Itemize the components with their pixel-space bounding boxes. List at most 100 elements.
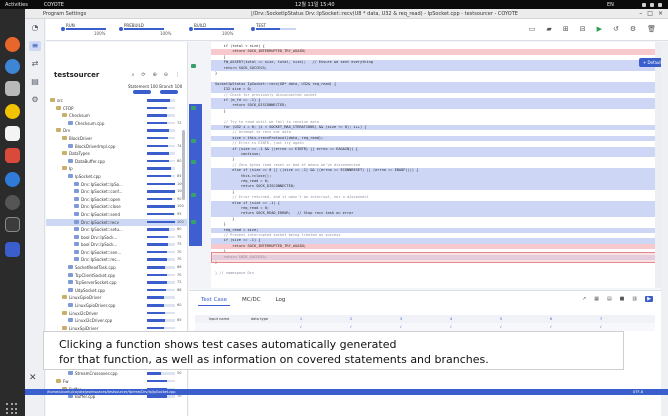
branch-toggle[interactable] (160, 90, 178, 94)
run-icon[interactable]: ▶ (597, 25, 602, 33)
close-icon[interactable]: × (658, 10, 663, 17)
active-app-name[interactable]: COYOTE (44, 2, 64, 8)
run-test-icon[interactable]: ▶ (645, 296, 653, 302)
branch-marker-icon[interactable] (191, 64, 196, 68)
tree-file[interactable]: Drv::IpSocket::rec... 70 (46, 256, 187, 264)
tree-file[interactable]: Drv::IpSocket::IpSo... 100 (46, 181, 187, 189)
show-apps-icon[interactable] (6, 403, 18, 415)
more-icon[interactable]: ⋮ (175, 72, 180, 78)
reset-icon[interactable]: ↺ (613, 25, 619, 33)
settings-gear-icon[interactable]: ⚙ (630, 25, 636, 33)
coverage-bar (147, 228, 175, 231)
tree-file[interactable]: BlockDriverImpl.cpp 74 (46, 143, 187, 151)
file-icon (74, 234, 79, 239)
software-updater-icon[interactable] (5, 195, 20, 210)
tree-folder[interactable]: CFDP (46, 105, 187, 113)
tree-folder[interactable]: src (46, 97, 187, 105)
thunderbird-icon[interactable] (5, 59, 20, 74)
tree-folder[interactable]: Fw (46, 378, 187, 386)
tree-file[interactable]: Drv::IpSocket::sen... 70 (46, 249, 187, 257)
code-editor[interactable]: if (total < size) { return SOCK_INTERRUP… (189, 42, 661, 288)
tree-item-label: UdpSocket.cpp (75, 287, 105, 293)
coverage-percent: 72 (177, 280, 182, 285)
tree-folder[interactable]: Drv (46, 127, 187, 135)
terminal-icon[interactable] (5, 217, 20, 232)
branch-marker-icon[interactable] (191, 106, 196, 110)
tree-folder[interactable]: Checksum (46, 112, 187, 120)
import-icon[interactable]: ⊞ (563, 25, 569, 33)
folder-icon[interactable]: ▰ (546, 25, 551, 33)
tree-file[interactable]: Drv::IpSocket::close 100 (46, 203, 187, 211)
tree-folder[interactable]: DataTypes (46, 150, 187, 158)
tab-log[interactable]: Log (273, 295, 289, 306)
toolbar: ▭ ▰ ⊞ ⊟ ▶ ↺ ⚙ 🗑 (529, 25, 656, 33)
tree-file[interactable]: SocketReadTask.cpp 66 (46, 264, 187, 272)
branch-marker-icon[interactable] (191, 220, 196, 224)
tree-file[interactable]: Drv::IpSocket::open 90 (46, 196, 187, 204)
tree-file[interactable]: DataBuffer.cpp 80 (46, 158, 187, 166)
branch-marker-icon[interactable] (191, 193, 196, 197)
tree-file[interactable]: Drv::IpSocket::send 95 (46, 211, 187, 219)
folder-icon (62, 295, 67, 300)
coyote-icon[interactable] (5, 242, 20, 257)
tab-mcdc[interactable]: MC/DC (239, 295, 264, 306)
tree-folder[interactable]: LinuxI2cDriver (46, 310, 187, 318)
system-tray[interactable] (642, 2, 662, 7)
sync-icon[interactable]: ⟳ (141, 72, 145, 78)
tree-folder[interactable]: LinuxGpioDriver (46, 294, 187, 302)
tree-file[interactable]: LinuxI2cDriver.cpp 65 (46, 317, 187, 325)
code-line[interactable]: } // namespace Drv (211, 271, 661, 276)
tree-file[interactable]: Drv::IpSocket::recv 100 (46, 218, 187, 227)
stop-icon[interactable]: ■ (620, 296, 625, 302)
activities-button[interactable]: Activities (5, 2, 28, 8)
stage-percent: 100% (222, 31, 234, 36)
files-icon[interactable] (5, 81, 20, 96)
close-panel-icon[interactable]: ✕ (29, 373, 37, 383)
app-center-icon[interactable] (5, 148, 20, 163)
branch-marker-icon[interactable] (191, 160, 196, 164)
terminal-toggle-icon[interactable]: ▭ (529, 25, 536, 33)
minimize-icon[interactable]: – (639, 10, 642, 17)
coverage-percent: 75 (177, 234, 182, 239)
tree-scrollbar[interactable] (182, 130, 185, 200)
test-sources-icon[interactable]: ≡ (29, 41, 41, 51)
settings-icon[interactable]: ⚙ (29, 95, 41, 105)
arrow-icon[interactable]: ↗ (582, 296, 586, 302)
tree-file[interactable]: bool Drv::IpSock... 75 (46, 234, 187, 242)
tree-file[interactable]: TcpServerSocket.cpp 72 (46, 279, 187, 287)
tree-file[interactable]: IpSocket.cpp 85 (46, 173, 187, 181)
rhythmbox-icon[interactable] (5, 104, 20, 119)
tree-file[interactable]: TcpClientSocket.cpp 70 (46, 272, 187, 280)
chart-icon[interactable]: ▥ (632, 296, 637, 302)
tree-file[interactable]: LinuxGpioDriver.cpp 60 (46, 302, 187, 310)
export-icon[interactable]: ⊟ (580, 25, 586, 33)
grid-icon[interactable]: ▦ (594, 296, 599, 302)
branch-marker-icon[interactable] (191, 139, 196, 143)
tree-file[interactable]: Checksum.cpp 72 (46, 120, 187, 128)
trash-icon[interactable]: 🗑 (647, 25, 656, 33)
help-icon[interactable] (5, 172, 20, 187)
maximize-icon[interactable]: □ (647, 10, 653, 17)
tree-file[interactable]: Drv::IpSocket::setu... 80 (46, 226, 187, 234)
table-icon[interactable]: ▤ (607, 296, 612, 302)
tree-file[interactable]: Drv::IpSocket::conf... 100 (46, 188, 187, 196)
input-language[interactable]: EN (607, 2, 614, 8)
tree-file[interactable]: bool Drv::IpSock... 75 (46, 241, 187, 249)
report-icon[interactable]: ▤ (29, 77, 41, 87)
coverage-bar (147, 182, 175, 186)
tree-folder[interactable]: BlockDriver (46, 135, 187, 143)
tree-file[interactable]: UdpSocket.cpp 68 (46, 287, 187, 295)
tab-test-case[interactable]: Test Case (198, 295, 231, 306)
collapse-icon[interactable]: ⊖ (164, 72, 168, 78)
compare-icon[interactable]: ⇄ (29, 59, 41, 69)
firefox-icon[interactable] (5, 37, 20, 52)
dashboard-icon[interactable]: ◔ (29, 23, 41, 33)
expand-icon[interactable]: ⊕ (153, 72, 157, 78)
search-icon[interactable]: ⌕ (132, 72, 135, 78)
statement-toggle[interactable] (133, 90, 151, 94)
program-settings-menu[interactable]: Program Settings (43, 11, 86, 17)
tree-file[interactable]: StreamCrossover.cpp 50 (46, 370, 187, 378)
clock[interactable]: 12월 11일 15:40 (295, 1, 335, 8)
tree-folder[interactable]: Ip (46, 165, 187, 173)
writer-icon[interactable] (5, 126, 20, 141)
